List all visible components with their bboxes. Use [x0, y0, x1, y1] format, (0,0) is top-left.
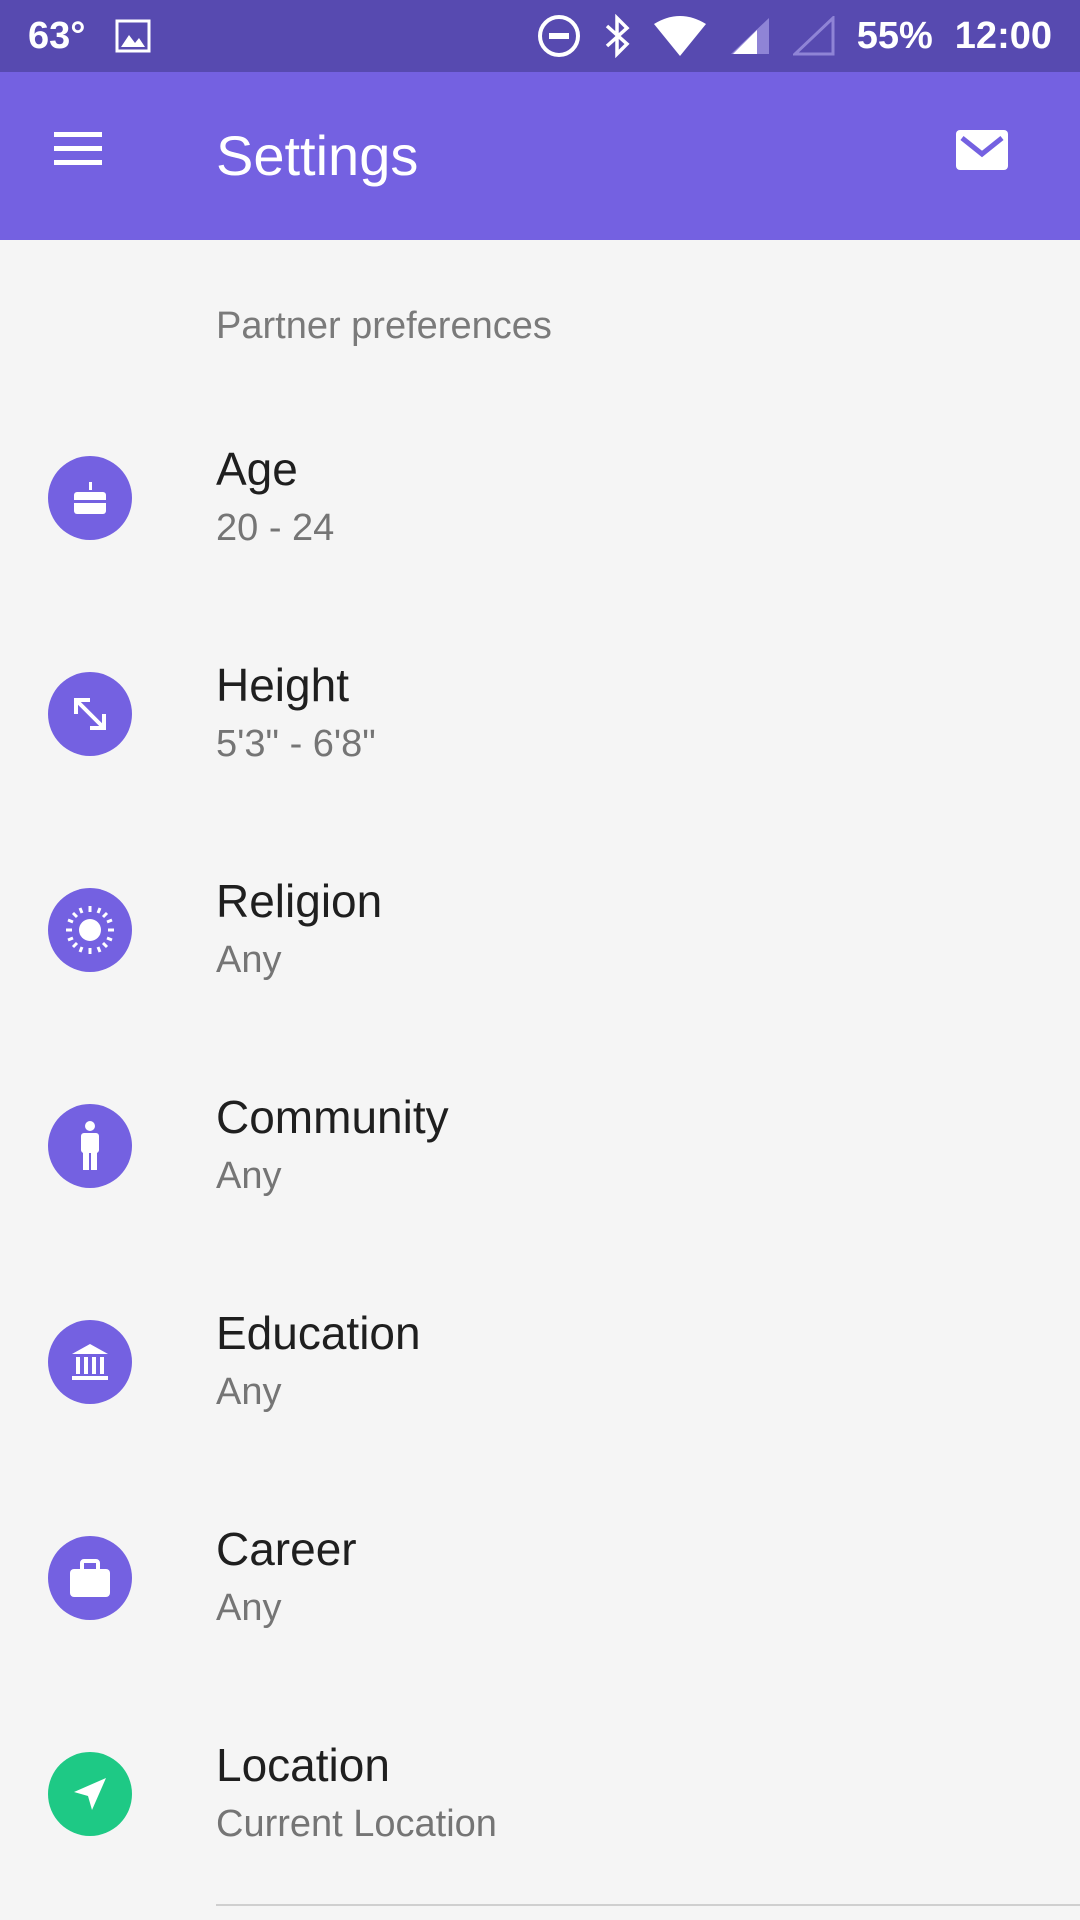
preference-value: 5'3" - 6'8": [216, 723, 376, 765]
sun-icon: [48, 888, 132, 972]
preference-label: Career: [216, 1523, 357, 1575]
resize-arrow-icon: [48, 672, 132, 756]
preference-label: Religion: [216, 875, 383, 927]
preference-label: Community: [216, 1091, 449, 1143]
preference-item-education[interactable]: Education Any: [0, 1254, 1080, 1470]
list-divider: [216, 1904, 1080, 1906]
preference-label: Age: [216, 443, 298, 495]
app-bar: Settings: [0, 72, 1080, 240]
cell-signal-icon: [729, 16, 771, 56]
battery-percent: 55%: [856, 14, 933, 57]
preference-item-community[interactable]: Community Any: [0, 1038, 1080, 1254]
preference-item-height[interactable]: Height 5'3" - 6'8": [0, 606, 1080, 822]
preference-label: Height: [216, 659, 349, 711]
page-title: Settings: [216, 124, 419, 187]
temperature-readout: 63°: [28, 14, 86, 57]
cell-signal-empty-icon: [792, 16, 835, 56]
image-notification-icon: [115, 19, 151, 53]
wifi-icon: [653, 16, 707, 56]
hamburger-menu-icon[interactable]: [50, 128, 130, 184]
preference-label: Education: [216, 1307, 421, 1359]
cake-icon: [48, 456, 132, 540]
preference-value: Any: [216, 939, 282, 981]
preference-value: Any: [216, 1587, 282, 1629]
person-icon: [48, 1104, 132, 1188]
preference-label: Location: [216, 1739, 390, 1791]
preference-value: Current Location: [216, 1803, 497, 1845]
preference-item-career[interactable]: Career Any: [0, 1470, 1080, 1686]
briefcase-icon: [48, 1536, 132, 1620]
preference-item-location[interactable]: Location Current Location: [0, 1686, 1080, 1902]
do-not-disturb-icon: [537, 14, 581, 58]
preference-value: 20 - 24: [216, 507, 335, 549]
institution-icon: [48, 1320, 132, 1404]
bluetooth-icon: [603, 14, 631, 58]
mail-icon[interactable]: [954, 128, 1024, 184]
preference-item-age[interactable]: Age 20 - 24: [0, 390, 1080, 606]
preference-value: Any: [216, 1371, 282, 1413]
preference-item-religion[interactable]: Religion Any: [0, 822, 1080, 1038]
clock: 12:00: [954, 14, 1052, 57]
status-bar: 63° 55% 12:00: [0, 0, 1080, 72]
preference-value: Any: [216, 1155, 282, 1197]
navigation-icon: [48, 1752, 132, 1836]
section-header: Partner preferences: [216, 305, 552, 347]
